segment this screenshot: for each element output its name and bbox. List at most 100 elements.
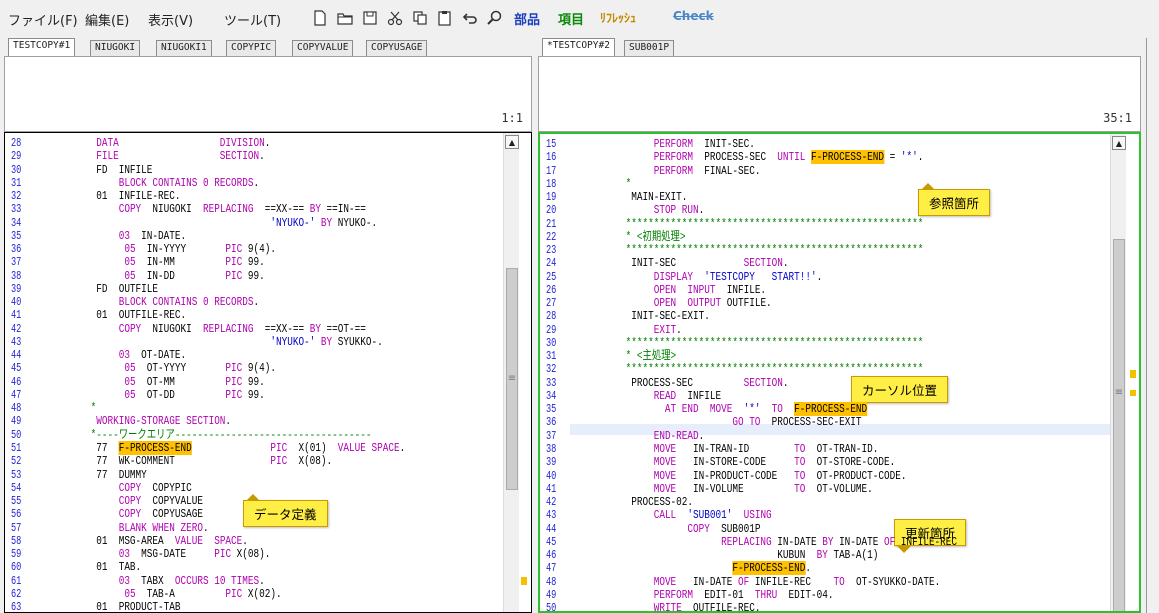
code-token: ==OT-== [320, 321, 366, 336]
right-tab-strip: *TESTCOPY#2 SUB001P [538, 38, 1141, 56]
right-file-tab[interactable]: SUB001P [624, 40, 675, 56]
code-token: IN-DD [135, 268, 226, 283]
menu-file[interactable]: ファイル(F) [8, 10, 78, 29]
code-token: 99. [242, 387, 265, 402]
callout-data-definition-text: データ定義 [254, 507, 317, 522]
right-code-editor[interactable]: ▲ ≡ 参照箇所 カーソル位置 更新箇所 15 PERFORM INIT-SEC… [538, 132, 1141, 613]
check-button[interactable]: Check [673, 9, 714, 23]
right-code-line: * [620, 178, 632, 190]
cut-icon[interactable] [385, 8, 405, 28]
right-code-line: F-PROCESS-END. [620, 561, 811, 576]
code-token: OF [884, 534, 896, 549]
code-token: ==XX-== [253, 321, 310, 336]
right-code-line: OPEN INPUT INFILE. [620, 284, 766, 296]
code-token: = [884, 150, 901, 165]
right-code-line: OPEN OUTPUT OUTFILE. [620, 297, 772, 309]
code-token: 'NYUKO-' [270, 334, 316, 349]
code-token: 05 [124, 387, 136, 402]
right-code-line: * <主処理> [620, 350, 677, 362]
left-line-number: 61 [11, 573, 22, 588]
left-line-number: 59 [11, 547, 22, 562]
right-line-number: 32 [546, 362, 557, 377]
right-line-number: 42 [546, 495, 557, 510]
koumoku-button[interactable]: 項目 [558, 9, 584, 28]
code-token: 05 [124, 268, 136, 283]
code-token: 99. [242, 268, 265, 283]
left-file-tab[interactable]: COPYUSAGE [366, 40, 428, 56]
left-line-number: 63 [11, 600, 22, 613]
code-token: 99. [242, 255, 265, 270]
code-token: IN-VOLUME [676, 481, 795, 496]
code-token: PERFORM [653, 163, 694, 178]
highlighted-token: F-PROCESS-END [794, 402, 868, 417]
left-file-tab[interactable]: NIUGOKI [90, 40, 141, 56]
left-code-line: FD OUTFILE [85, 283, 158, 295]
left-file-tab[interactable]: COPYPIC [226, 40, 277, 56]
right-vertical-scrollbar[interactable]: ▲ ≡ [1110, 134, 1126, 611]
search-icon[interactable] [485, 8, 505, 28]
left-file-tab[interactable]: COPYVALUE [292, 40, 354, 56]
right-line-number: 34 [546, 388, 557, 403]
code-token: PIC [270, 440, 288, 455]
code-token: X(02). [242, 586, 282, 601]
right-code-line: MOVE IN-STORE-CODE TO OT-STORE-CODE. [620, 456, 896, 468]
save-icon[interactable] [360, 8, 380, 28]
right-line-number: 28 [546, 309, 557, 324]
menu-edit[interactable]: 編集(E) [85, 10, 129, 29]
code-token: . [264, 136, 271, 150]
code-token: 03 [118, 573, 130, 588]
left-file-tab[interactable]: TESTCOPY#1 [8, 38, 76, 56]
left-code-line: BLANK WHEN ZERO. [85, 522, 209, 534]
undo-icon[interactable] [460, 8, 480, 28]
left-code-line: 05 IN-YYYY PIC 9(4). [85, 243, 276, 255]
code-token: 77 DUMMY [85, 467, 147, 482]
left-code-line: COPY COPYVALUE [85, 495, 203, 507]
code-token: 'TESTCOPY START!!' [704, 269, 817, 284]
new-file-icon[interactable] [310, 8, 330, 28]
right-line-number: 23 [546, 243, 557, 258]
left-vertical-scrollbar[interactable]: ▲ ≡ [503, 133, 519, 612]
paste-icon[interactable] [435, 8, 455, 28]
code-token: IN-PRODUCT-CODE [676, 468, 795, 483]
refresh-button[interactable]: ﾘﾌﾚｯｼｭ [600, 9, 636, 26]
code-token: STOP RUN [653, 203, 699, 218]
open-folder-icon[interactable] [335, 8, 355, 28]
left-line-number: 36 [11, 242, 22, 257]
code-token: TAB-A [135, 586, 226, 601]
scroll-up-icon[interactable]: ▲ [505, 135, 519, 149]
menu-view[interactable]: 表示(V) [148, 10, 193, 29]
left-code-line: 77 DUMMY [85, 467, 147, 482]
code-token: READ [653, 388, 677, 403]
left-line-number: 28 [11, 136, 22, 150]
right-edge-panel [1146, 38, 1159, 613]
copy-icon[interactable] [410, 8, 430, 28]
right-line-number: 33 [546, 375, 557, 390]
left-code-line: COPY NIUGOKI REPLACING ==XX-== BY ==OT-=… [85, 321, 366, 336]
left-line-number: 60 [11, 560, 22, 575]
left-code-editor[interactable]: ▲ ≡ データ定義 28 DATA DIVISION. 29 FILE SECTI… [4, 132, 532, 613]
right-file-tab[interactable]: *TESTCOPY#2 [542, 38, 615, 56]
right-scroll-thumb[interactable] [1113, 239, 1125, 611]
left-code-line: *----ワークエリア-----------------------------… [85, 429, 372, 441]
buhin-button[interactable]: 部品 [514, 9, 540, 28]
code-token: PIC [225, 268, 243, 283]
scroll-up-icon[interactable]: ▲ [1112, 136, 1126, 150]
left-line-number: 49 [11, 414, 22, 429]
right-line-number: 31 [546, 349, 557, 364]
left-code-line: WORKING-STORAGE SECTION. [85, 415, 231, 427]
left-line-number: 51 [11, 440, 22, 455]
right-line-number: 18 [546, 176, 557, 191]
left-file-tab[interactable]: NIUGOKI1 [156, 40, 212, 56]
menu-tools[interactable]: ツール(T) [224, 10, 281, 29]
